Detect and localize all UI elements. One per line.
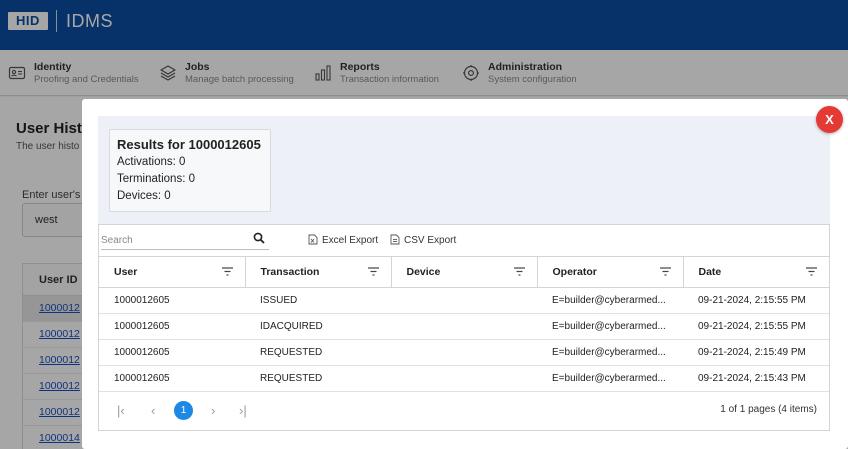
filter-icon[interactable] xyxy=(659,267,671,276)
grid-toolbar: Excel Export CSV Export xyxy=(99,225,829,257)
table-header-row: User Transaction Device Operator Date xyxy=(99,257,829,288)
results-panel: Results for 1000012605 Activations: 0 Te… xyxy=(98,116,830,224)
transactions-table: User Transaction Device Operator Date 10… xyxy=(99,257,829,392)
first-page-button[interactable]: |‹ xyxy=(117,403,125,418)
pager-info: 1 of 1 pages (4 items) xyxy=(720,404,817,415)
table-row[interactable]: 1000012605 ISSUED E=builder@cyberarmed..… xyxy=(99,287,829,314)
cell-transaction: ISSUED xyxy=(245,287,391,314)
csv-export-button[interactable]: CSV Export xyxy=(390,234,456,246)
column-label: Device xyxy=(406,265,441,278)
results-title: Results for 1000012605 xyxy=(117,137,261,152)
cell-date: 09-21-2024, 2:15:43 PM xyxy=(683,365,829,392)
cell-device xyxy=(391,313,537,340)
last-page-button[interactable]: ›| xyxy=(239,403,247,418)
prev-page-button[interactable]: ‹ xyxy=(151,403,155,418)
next-page-button[interactable]: › xyxy=(211,403,215,418)
cell-operator: E=builder@cyberarmed... xyxy=(537,339,683,366)
cell-transaction: REQUESTED xyxy=(245,365,391,392)
column-header-date[interactable]: Date xyxy=(683,257,829,288)
filter-icon[interactable] xyxy=(806,267,817,276)
cell-device xyxy=(391,339,537,366)
table-row[interactable]: 1000012605 IDACQUIRED E=builder@cyberarm… xyxy=(99,313,829,340)
cell-operator: E=builder@cyberarmed... xyxy=(537,365,683,392)
filter-icon[interactable] xyxy=(221,267,233,276)
current-page-button[interactable]: 1 xyxy=(174,401,193,420)
table-row[interactable]: 1000012605 REQUESTED E=builder@cyberarme… xyxy=(99,365,829,392)
grid-search xyxy=(101,230,269,250)
column-label: User xyxy=(114,265,138,278)
pager: |‹ ‹ 1 › ›| 1 of 1 pages (4 items) xyxy=(99,395,829,425)
devices-count: Devices: 0 xyxy=(117,190,171,202)
column-label: Operator xyxy=(552,265,597,278)
column-label: Transaction xyxy=(260,265,320,278)
terminations-count: Terminations: 0 xyxy=(117,173,195,185)
filter-icon[interactable] xyxy=(513,267,525,276)
column-label: Date xyxy=(698,265,722,278)
column-header-user[interactable]: User xyxy=(99,257,246,288)
column-header-device[interactable]: Device xyxy=(391,257,538,288)
cell-operator: E=builder@cyberarmed... xyxy=(537,313,683,340)
table-row[interactable]: 1000012605 REQUESTED E=builder@cyberarme… xyxy=(99,339,829,366)
excel-export-button[interactable]: Excel Export xyxy=(308,234,378,246)
cell-transaction: IDACQUIRED xyxy=(245,313,391,340)
column-header-transaction[interactable]: Transaction xyxy=(245,257,392,288)
cell-user: 1000012605 xyxy=(99,313,245,340)
cell-operator: E=builder@cyberarmed... xyxy=(537,287,683,314)
cell-device xyxy=(391,287,537,314)
close-modal-button[interactable]: X xyxy=(816,106,843,133)
cell-user: 1000012605 xyxy=(99,365,245,392)
cell-date: 09-21-2024, 2:15:55 PM xyxy=(683,313,829,340)
cell-user: 1000012605 xyxy=(99,287,245,314)
column-header-operator[interactable]: Operator xyxy=(537,257,684,288)
activations-count: Activations: 0 xyxy=(117,156,186,168)
transactions-grid: Excel Export CSV Export User Transaction… xyxy=(98,224,830,431)
excel-file-icon xyxy=(308,234,318,245)
excel-export-label: Excel Export xyxy=(322,235,379,246)
search-icon[interactable] xyxy=(253,232,265,244)
cell-date: 09-21-2024, 2:15:49 PM xyxy=(683,339,829,366)
grid-search-input[interactable] xyxy=(101,231,241,250)
filter-icon[interactable] xyxy=(367,267,379,276)
csv-export-label: CSV Export xyxy=(404,235,457,246)
cell-device xyxy=(391,365,537,392)
csv-file-icon xyxy=(390,234,400,245)
cell-date: 09-21-2024, 2:15:55 PM xyxy=(683,287,829,314)
results-card: Results for 1000012605 Activations: 0 Te… xyxy=(109,129,271,212)
cell-user: 1000012605 xyxy=(99,339,245,366)
cell-transaction: REQUESTED xyxy=(245,339,391,366)
